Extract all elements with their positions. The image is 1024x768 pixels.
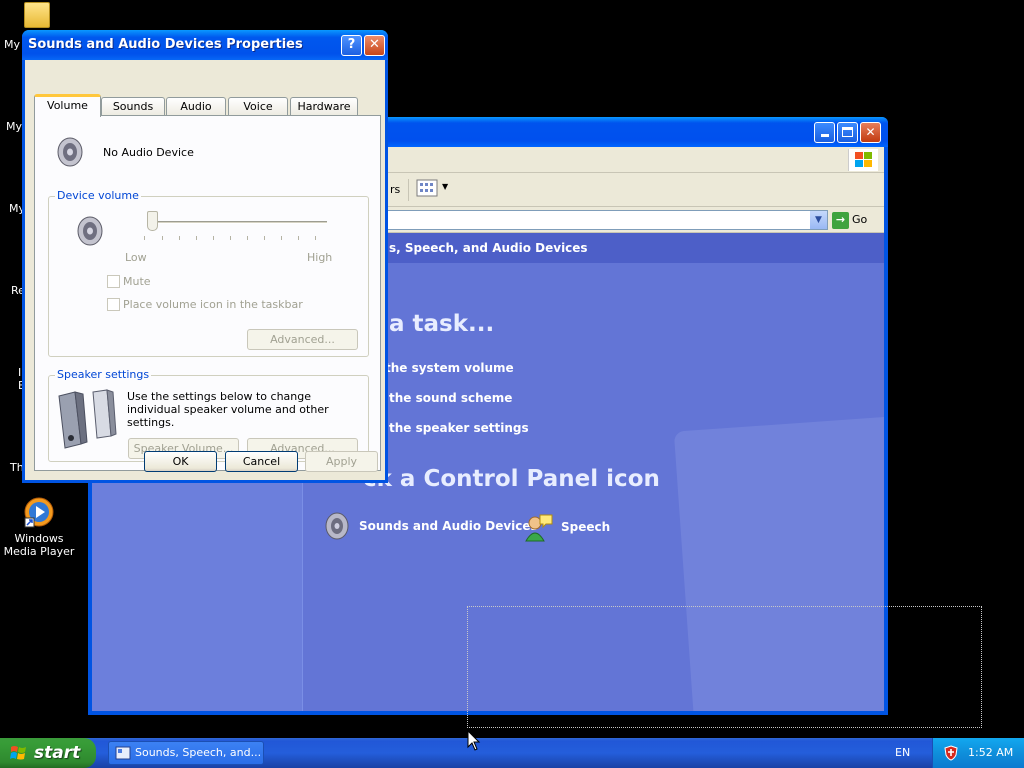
views-button[interactable]: ▼ xyxy=(416,179,452,201)
tab-volume[interactable]: Volume xyxy=(34,94,101,117)
slider-low-label: Low xyxy=(125,251,147,264)
views-icon xyxy=(416,179,438,197)
language-indicator[interactable]: EN xyxy=(895,738,910,768)
speaker-icon xyxy=(325,512,349,540)
speaker-icon xyxy=(57,137,83,167)
pick-task-heading: a task... xyxy=(389,311,495,337)
pick-icon-heading: ck a Control Panel icon xyxy=(363,466,660,492)
chevron-down-icon: ▼ xyxy=(815,215,822,225)
speech-icon xyxy=(525,514,553,542)
go-arrow-icon: → xyxy=(832,212,849,229)
system-tray: 1:52 AM xyxy=(932,738,1024,768)
cp-icon-label: Speech xyxy=(561,520,611,534)
speaker-description: Use the settings below to change individ… xyxy=(127,390,329,429)
slider-thumb[interactable] xyxy=(147,211,158,231)
security-shield-icon[interactable] xyxy=(944,745,958,761)
taskbar: start Sounds, Speech, and... EN 1:52 AM xyxy=(0,738,1024,768)
speakers-icon xyxy=(58,389,117,449)
toolbar-separator xyxy=(408,179,409,201)
close-button[interactable]: ✕ xyxy=(860,122,881,143)
start-button[interactable]: start xyxy=(0,738,96,768)
selection-rectangle xyxy=(467,606,982,728)
task-link-sound-scheme[interactable]: the sound scheme xyxy=(389,391,512,405)
windows-logo-icon xyxy=(848,149,878,171)
taskbar-item-sounds[interactable]: Sounds, Speech, and... xyxy=(108,741,264,765)
desktop-icon-label[interactable]: My xyxy=(6,120,22,133)
desktop-icon-label: Windows Media Player xyxy=(3,532,75,558)
apply-button[interactable]: Apply xyxy=(305,451,378,472)
go-button[interactable]: → Go xyxy=(832,211,867,229)
sounds-properties-dialog[interactable]: Sounds and Audio Devices Properties ? ✕ … xyxy=(22,30,388,483)
dialog-title[interactable]: Sounds and Audio Devices Properties xyxy=(22,30,388,60)
desktop-icon-windows-media-player[interactable]: Windows Media Player xyxy=(0,496,78,558)
taskbar-item-label: Sounds, Speech, and... xyxy=(135,746,262,759)
start-label: start xyxy=(34,743,81,763)
maximize-button[interactable] xyxy=(837,122,858,143)
place-icon-checkbox[interactable] xyxy=(107,298,120,311)
mute-checkbox[interactable] xyxy=(107,275,120,288)
tab-sounds[interactable]: Sounds xyxy=(101,97,165,116)
category-header: s, Speech, and Audio Devices xyxy=(303,233,884,263)
slider-track xyxy=(151,221,327,224)
dialog-body: Volume Sounds Audio Voice Hardware No Au… xyxy=(25,60,385,480)
dialog-close-button[interactable]: ✕ xyxy=(364,35,385,56)
tab-hardware[interactable]: Hardware xyxy=(290,97,358,116)
control-panel-icon xyxy=(115,746,131,760)
device-name: No Audio Device xyxy=(103,146,194,159)
desktop-icon-label[interactable]: I xyxy=(18,366,21,379)
close-icon: ✕ xyxy=(369,37,380,52)
device-volume-label: Device volume xyxy=(55,189,141,202)
task-link-speaker-settings[interactable]: the speaker settings xyxy=(389,421,529,435)
toolbar-folders-label[interactable]: rs xyxy=(390,183,400,196)
speaker-settings-label: Speaker settings xyxy=(55,368,152,381)
cp-icon-sounds-audio[interactable]: Sounds and Audio Devices xyxy=(323,511,538,541)
go-label: Go xyxy=(852,213,868,226)
cp-icon-speech[interactable]: Speech xyxy=(523,511,610,543)
windows-media-player-icon xyxy=(24,497,54,528)
tab-voice[interactable]: Voice xyxy=(228,97,288,116)
minimize-icon xyxy=(820,134,829,137)
advanced-button[interactable]: Advanced... xyxy=(247,329,358,350)
ok-button[interactable]: OK xyxy=(144,451,217,472)
chevron-down-icon: ▼ xyxy=(442,182,449,191)
cp-icon-label: Sounds and Audio Devices xyxy=(359,519,538,533)
speaker-icon xyxy=(77,216,103,246)
close-icon: ✕ xyxy=(865,125,876,139)
maximize-icon xyxy=(842,127,853,137)
mouse-cursor-icon xyxy=(467,730,481,751)
folder-icon xyxy=(24,2,50,28)
address-dropdown-button[interactable]: ▼ xyxy=(810,211,827,229)
help-icon: ? xyxy=(347,37,356,52)
minimize-button[interactable] xyxy=(814,122,835,143)
windows-flag-icon xyxy=(10,746,26,760)
tab-audio[interactable]: Audio xyxy=(166,97,226,116)
task-link-system-volume[interactable]: the system volume xyxy=(385,361,514,375)
help-button[interactable]: ? xyxy=(341,35,362,56)
cancel-button[interactable]: Cancel xyxy=(225,451,298,472)
mute-label: Mute xyxy=(123,275,151,288)
place-icon-label: Place volume icon in the taskbar xyxy=(123,298,303,311)
clock[interactable]: 1:52 AM xyxy=(968,746,1013,759)
volume-tab-panel: No Audio Device Device volume Low High M… xyxy=(34,115,381,471)
slider-high-label: High xyxy=(307,251,333,264)
